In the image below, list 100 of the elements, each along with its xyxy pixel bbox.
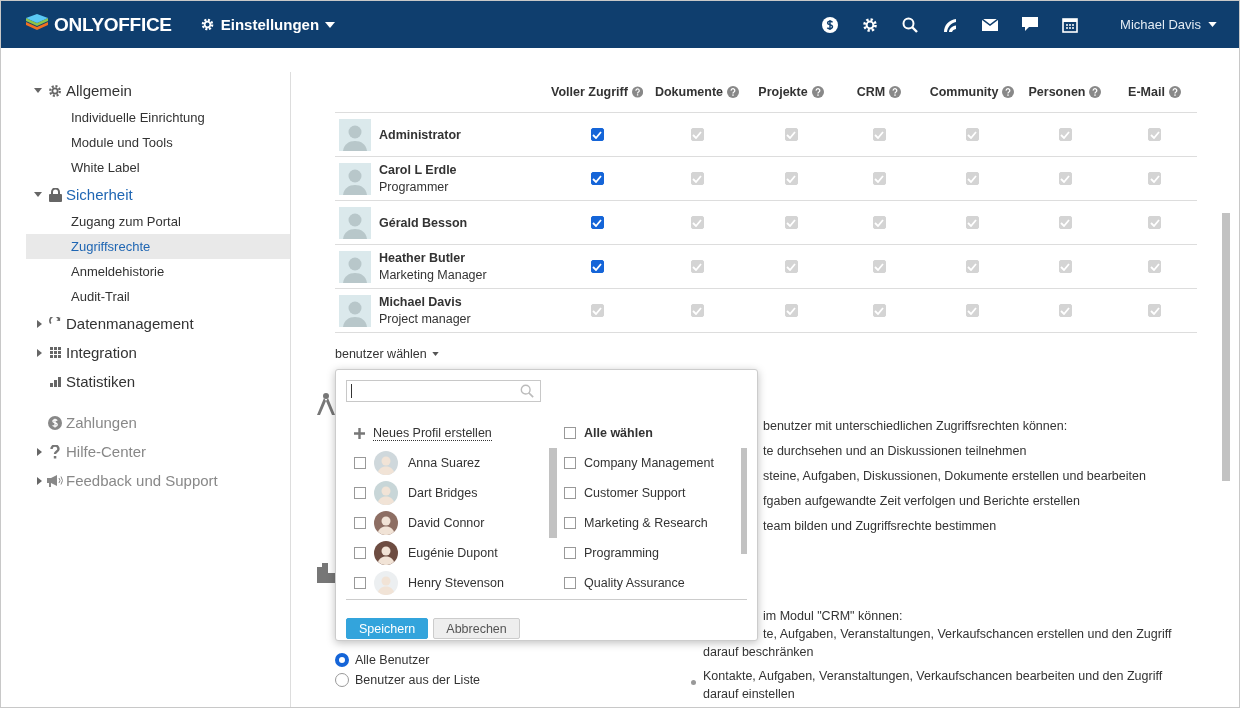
help-icon[interactable]: [1168, 86, 1181, 98]
list-item-text: team bilden und Zugriffsrechte bestimmen: [763, 518, 998, 535]
checkbox[interactable]: [564, 487, 576, 499]
user-title: Programmer: [379, 180, 450, 194]
bullet-icon: [691, 680, 696, 685]
sidebar-item[interactable]: Statistiken: [26, 367, 290, 396]
section-text: im Modul "CRM" können:: [762, 608, 904, 625]
scrollbar[interactable]: [741, 448, 747, 554]
column-header: CRM: [856, 85, 886, 99]
avatar-icon: [339, 118, 371, 151]
user-name[interactable]: Henry Stevenson: [408, 576, 504, 590]
checkbox[interactable]: [354, 517, 366, 529]
sidebar-item[interactable]: Sicherheit: [26, 180, 290, 209]
sidebar-subitem[interactable]: Audit-Trail: [26, 284, 290, 309]
user-name[interactable]: Michael Davis: [379, 295, 471, 309]
checkbox[interactable]: [354, 487, 366, 499]
help-icon[interactable]: [1089, 86, 1102, 98]
feed-icon[interactable]: [942, 16, 959, 33]
checkbox[interactable]: [564, 457, 576, 469]
sidebar-item[interactable]: Hilfe-Center: [26, 437, 290, 466]
checkbox[interactable]: [590, 172, 604, 185]
checkbox[interactable]: [564, 427, 576, 439]
avatar-icon: [374, 511, 398, 535]
list-item-text: te, Aufgaben, Veranstaltungen, Verkaufschancen erstellen und den Zugriff: [762, 626, 1173, 643]
building-icon: [317, 563, 335, 583]
radio-button[interactable]: [335, 653, 349, 667]
plus-icon: [354, 427, 365, 439]
search-field[interactable]: [346, 380, 541, 402]
user-name[interactable]: Eugénie Dupont: [408, 546, 498, 560]
help-icon[interactable]: [727, 86, 740, 98]
radio-button[interactable]: [335, 673, 349, 687]
help-icon[interactable]: [889, 86, 902, 98]
checkbox[interactable]: [590, 216, 604, 229]
sidebar-subitem[interactable]: White Label: [26, 155, 290, 180]
help-icon[interactable]: [811, 86, 824, 98]
checkbox[interactable]: [564, 517, 576, 529]
radio-option[interactable]: Alle Benutzer: [335, 653, 703, 667]
expand-arrow-icon[interactable]: [37, 319, 42, 328]
user-name[interactable]: Heather Butler: [379, 251, 487, 265]
checkbox[interactable]: [564, 577, 576, 589]
user-name[interactable]: Anna Suarez: [408, 456, 481, 470]
user-title: Marketing Manager: [379, 268, 487, 282]
select-all-label[interactable]: Alle wählen: [584, 426, 653, 440]
avatar-icon: [374, 541, 398, 565]
user-name[interactable]: Carol L Erdle: [379, 163, 457, 177]
checkbox[interactable]: [564, 547, 576, 559]
chat-icon[interactable]: [1022, 17, 1039, 32]
scrollbar[interactable]: [1222, 213, 1230, 481]
calendar-icon[interactable]: [1062, 16, 1079, 33]
user-name[interactable]: Gérald Besson: [379, 215, 468, 230]
settings-icon[interactable]: [862, 16, 879, 33]
expand-arrow-icon[interactable]: [37, 348, 42, 357]
sidebar-item[interactable]: Integration: [26, 338, 290, 367]
sidebar-item[interactable]: Feedback und Support: [26, 466, 290, 495]
help-icon[interactable]: [631, 86, 643, 98]
group-name[interactable]: Programming: [584, 546, 660, 560]
column-header: Voller Zugriff: [551, 85, 628, 99]
checkbox[interactable]: [354, 547, 366, 559]
user-name[interactable]: Dart Bridges: [408, 486, 478, 500]
user-selector[interactable]: benutzer wählen: [335, 347, 439, 361]
avatar-icon: [339, 294, 371, 327]
sidebar-item[interactable]: Datenmanagement: [26, 309, 290, 338]
lock-icon: [48, 187, 62, 202]
list-item-text: Kontakte, Aufgaben, Veranstaltungen, Verkaufschancen bearbeiten und den Zugriff darauf einstellen: [703, 668, 1164, 703]
module-menu[interactable]: Einstellungen: [199, 16, 336, 33]
checkbox[interactable]: [354, 577, 366, 589]
column-header: Community: [929, 85, 999, 99]
group-name[interactable]: Company Management: [584, 456, 714, 470]
help-icon[interactable]: [1002, 86, 1015, 98]
cancel-button[interactable]: Abbrechen: [433, 618, 520, 639]
sidebar-subitem[interactable]: Individuelle Einrichtung: [26, 105, 290, 130]
payments-icon[interactable]: [822, 16, 839, 33]
mail-icon[interactable]: [982, 18, 999, 31]
scrollbar[interactable]: [549, 448, 557, 538]
list-item-text: steine, Aufgaben, Diskussionen, Dokumente erstellen und bearbeiten: [763, 468, 1146, 485]
expand-arrow-icon[interactable]: [34, 88, 42, 93]
sidebar-subitem[interactable]: Anmeldehistorie: [26, 259, 290, 284]
sidebar-subitem[interactable]: Zugriffsrechte: [26, 234, 290, 259]
create-profile-link[interactable]: Neues Profil erstellen: [373, 425, 492, 441]
expand-arrow-icon[interactable]: [34, 192, 42, 197]
radio-option[interactable]: Benutzer aus der Liste: [335, 673, 703, 687]
group-name[interactable]: Marketing & Research: [584, 516, 708, 530]
user-name[interactable]: David Connor: [408, 516, 485, 530]
logo-text[interactable]: ONLYOFFICE: [54, 13, 172, 36]
group-name[interactable]: Customer Support: [584, 486, 686, 500]
user-name[interactable]: Administrator: [379, 127, 461, 142]
section-text: benutzer mit unterschiedlichen Zugriffsrechten können:: [763, 418, 1069, 435]
search-icon[interactable]: [902, 16, 919, 33]
group-name[interactable]: Quality Assurance: [584, 576, 685, 590]
sidebar-item[interactable]: Zahlungen: [26, 408, 290, 437]
column-header: Personen: [1028, 85, 1086, 99]
sidebar-subitem[interactable]: Module und Tools: [26, 130, 290, 155]
checkbox[interactable]: [354, 457, 366, 469]
checkbox[interactable]: [590, 128, 604, 141]
user-menu[interactable]: Michael Davis: [1120, 17, 1217, 32]
checkbox[interactable]: [590, 260, 604, 273]
sidebar-subitem[interactable]: Zugang zum Portal: [26, 209, 290, 234]
expand-arrow-icon[interactable]: [37, 476, 42, 485]
expand-arrow-icon[interactable]: [37, 447, 42, 456]
sidebar-item[interactable]: Allgemein: [26, 76, 290, 105]
